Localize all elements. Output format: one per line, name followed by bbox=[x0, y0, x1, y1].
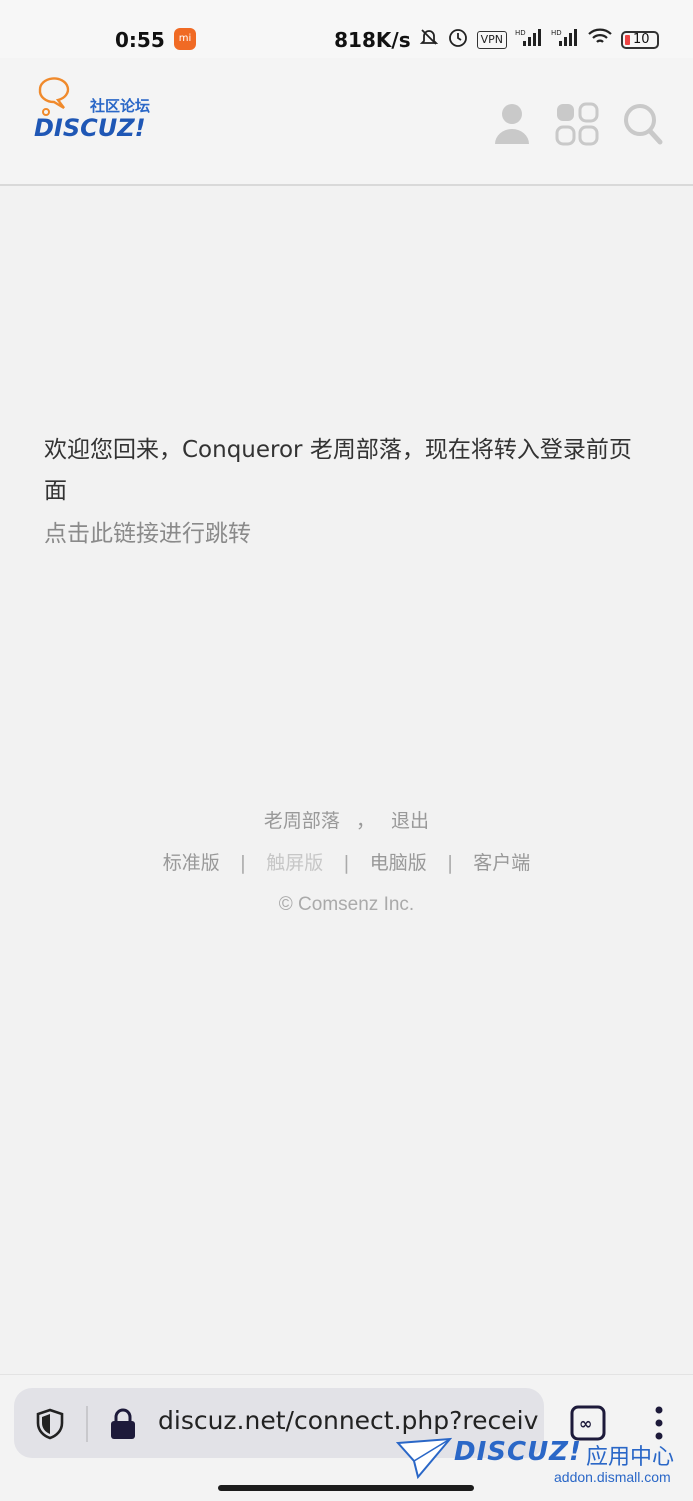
footer-touch-current: 触屏版 bbox=[266, 852, 324, 874]
footer-standard-link[interactable]: 标准版 bbox=[163, 852, 220, 874]
header-icons bbox=[493, 102, 663, 146]
footer-client-link[interactable]: 客户端 bbox=[473, 852, 530, 874]
footer-separator: | bbox=[343, 852, 350, 874]
vpn-indicator: VPN bbox=[476, 30, 507, 49]
status-bar: 0:55 mi 818K/s VPN HD HD 10 bbox=[0, 0, 693, 58]
watermark-brand: DISCUZ! bbox=[454, 1437, 582, 1467]
user-icon[interactable] bbox=[493, 102, 531, 146]
home-indicator[interactable] bbox=[218, 1485, 474, 1491]
alarm-icon bbox=[447, 26, 469, 53]
footer-version-row: 标准版 | 触屏版 | 电脑版 | 客户端 bbox=[0, 848, 693, 890]
battery-level: 10 bbox=[633, 31, 650, 47]
app-header: 社区论坛 DISCUZ! bbox=[0, 58, 693, 186]
grid-menu-icon[interactable] bbox=[555, 102, 599, 146]
browser-toolbar: discuz.net/connect.php?receiv ∞ DISCUZ! … bbox=[0, 1374, 693, 1501]
mi-app-icon: mi bbox=[174, 28, 196, 50]
svg-text:∞: ∞ bbox=[579, 1414, 592, 1433]
battery-icon: 10 bbox=[621, 30, 659, 49]
search-icon[interactable] bbox=[623, 103, 663, 145]
address-divider bbox=[86, 1406, 88, 1442]
signal-hd-2-icon: HD bbox=[551, 27, 579, 52]
bell-muted-icon bbox=[419, 27, 439, 52]
shield-icon[interactable] bbox=[36, 1408, 64, 1444]
status-time: 0:55 bbox=[115, 28, 165, 52]
watermark-cn: 应用中心 bbox=[586, 1445, 675, 1470]
discuz-addon-watermark: DISCUZ! 应用中心 addon.dismall.com bbox=[396, 1433, 686, 1493]
footer-logout-link[interactable]: 退出 bbox=[391, 810, 429, 832]
watermark-site: addon.dismall.com bbox=[554, 1469, 671, 1485]
page-footer: 老周部落 ， 退出 标准版 | 触屏版 | 电脑版 | 客户端 © Comsen… bbox=[0, 806, 693, 932]
network-speed: 818K/s bbox=[334, 27, 411, 52]
wifi-icon bbox=[587, 27, 613, 52]
lock-icon[interactable] bbox=[110, 1408, 136, 1444]
discuz-logo[interactable]: 社区论坛 DISCUZ! bbox=[34, 76, 174, 148]
paper-plane-icon bbox=[396, 1437, 452, 1480]
logo-en-text: DISCUZ! bbox=[34, 114, 146, 142]
logo-cn-text: 社区论坛 bbox=[89, 97, 150, 115]
status-right-group: 818K/s VPN HD HD 10 bbox=[334, 26, 659, 53]
svg-text:HD: HD bbox=[551, 29, 562, 37]
footer-comma: ， bbox=[355, 810, 375, 832]
welcome-text: 欢迎您回来，Conqueror 老周部落，现在将转入登录前页面 bbox=[44, 437, 632, 504]
footer-separator: | bbox=[446, 852, 454, 874]
redirect-link[interactable]: 点击此链接进行跳转 bbox=[44, 514, 251, 555]
svg-text:HD: HD bbox=[515, 29, 526, 37]
redirect-message: 欢迎您回来，Conqueror 老周部落，现在将转入登录前页面 点击此链接进行跳… bbox=[44, 430, 654, 555]
url-text[interactable]: discuz.net/connect.php?receiv bbox=[158, 1406, 538, 1435]
footer-copyright: © Comsenz Inc. bbox=[278, 894, 415, 915]
footer-user-row: 老周部落 ， 退出 bbox=[0, 806, 693, 848]
footer-username-link[interactable]: 老周部落 bbox=[264, 810, 340, 832]
signal-hd-1-icon: HD bbox=[515, 27, 543, 52]
footer-separator: | bbox=[239, 852, 247, 874]
footer-desktop-link[interactable]: 电脑版 bbox=[370, 852, 427, 874]
